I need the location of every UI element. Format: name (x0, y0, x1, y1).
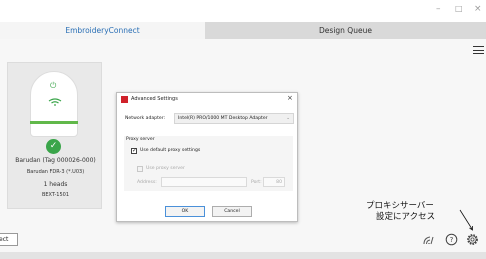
cancel-button[interactable]: Cancel (212, 206, 252, 217)
tab-bar: EmbroideryConnect Design Queue (0, 22, 486, 39)
proxy-server-label: Proxy server (126, 137, 155, 142)
address-input[interactable] (161, 177, 247, 187)
device-card[interactable]: ⏻ ✓ Barudan (Tag 000026-000) Barudan FDR… (7, 62, 102, 209)
tab-embroidery-connect[interactable]: EmbroideryConnect (0, 22, 205, 39)
use-proxy-server-checkbox[interactable] (137, 166, 143, 172)
close-button[interactable]: × (474, 4, 482, 14)
use-default-proxy-label: Use default proxy settings (140, 148, 201, 153)
port-input[interactable]: 80 (263, 177, 285, 187)
maximize-button[interactable]: □ (455, 4, 463, 13)
address-label: Address: (137, 180, 157, 185)
app-logo-icon (121, 96, 128, 103)
list-view-icon[interactable] (473, 46, 484, 55)
title-bar: – □ × (0, 0, 486, 22)
chevron-down-icon: ⌄ (286, 116, 290, 121)
use-default-proxy-checkbox[interactable] (131, 147, 137, 154)
wifi-icon (48, 98, 62, 106)
svg-text:?: ? (450, 236, 454, 244)
ok-button[interactable]: OK (165, 206, 205, 217)
power-icon: ⏻ (50, 81, 57, 90)
connected-check-icon: ✓ (46, 139, 61, 154)
use-proxy-server-label: Use proxy server (146, 166, 185, 171)
dialog-title: Advanced Settings (131, 96, 178, 102)
bottom-strip (0, 252, 486, 259)
advanced-settings-dialog: Advanced Settings × Network adapter: Int… (116, 92, 298, 222)
annotation-line-2: 設定にアクセス (376, 212, 436, 222)
network-adapter-select[interactable]: Intel(R) PRO/1000 MT Desktop Adapter ⌄ (174, 113, 294, 124)
status-bar (30, 121, 78, 124)
dialog-close-icon[interactable]: × (287, 94, 293, 102)
gear-icon[interactable] (466, 233, 479, 246)
device-model: Barudan FDR-3 (*.U03) (26, 169, 85, 175)
connect-button[interactable]: ect (0, 233, 18, 246)
tab-design-queue[interactable]: Design Queue (205, 22, 486, 39)
network-adapter-label: Network adapter: (125, 116, 166, 121)
device-name: Barudan (Tag 000026-000) (15, 157, 96, 164)
device-heads: 1 heads (43, 181, 68, 188)
signal-icon[interactable] (422, 233, 435, 246)
device-code: BEXT-1501 (41, 192, 70, 198)
annotation-arrow (459, 209, 473, 231)
port-label: Port: (251, 180, 262, 185)
minimize-button[interactable]: – (436, 4, 441, 14)
help-icon[interactable]: ? (445, 233, 458, 246)
machine-illustration: ⏻ (30, 71, 78, 137)
network-adapter-value: Intel(R) PRO/1000 MT Desktop Adapter (178, 116, 268, 121)
